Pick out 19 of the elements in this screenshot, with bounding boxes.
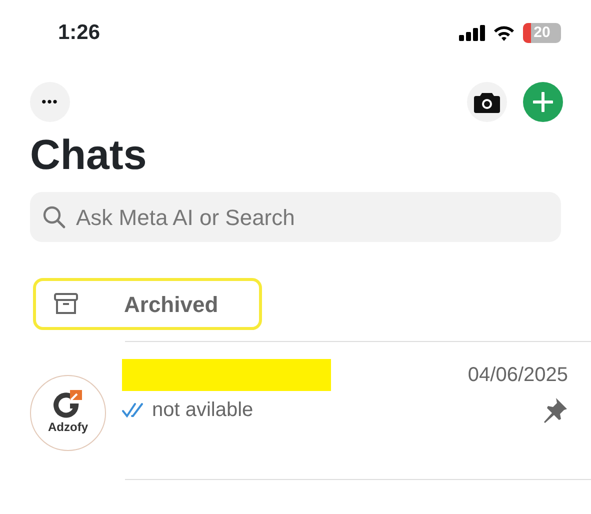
contact-avatar: Adzofy bbox=[30, 375, 106, 452]
page-title: Chats bbox=[30, 132, 148, 178]
new-chat-button[interactable] bbox=[523, 82, 563, 122]
archive-icon bbox=[54, 293, 78, 316]
clock-time: 1:26 bbox=[58, 20, 100, 46]
search-icon bbox=[42, 205, 66, 230]
signal-icon bbox=[459, 25, 485, 41]
battery-indicator: 20 bbox=[523, 23, 561, 43]
plus-icon bbox=[533, 92, 553, 112]
more-button[interactable]: ••• bbox=[30, 82, 70, 122]
camera-button[interactable] bbox=[467, 82, 507, 122]
search-bar[interactable]: Ask Meta AI or Search bbox=[30, 192, 561, 242]
archived-row[interactable]: Archived bbox=[33, 278, 262, 330]
search-field[interactable]: Ask Meta AI or Search bbox=[74, 200, 549, 235]
camera-icon bbox=[474, 91, 500, 113]
logo-icon bbox=[53, 390, 83, 418]
chat-date: 04/06/2025 bbox=[468, 363, 568, 388]
wifi-icon bbox=[493, 25, 515, 41]
message-preview: not avilable bbox=[152, 398, 254, 424]
